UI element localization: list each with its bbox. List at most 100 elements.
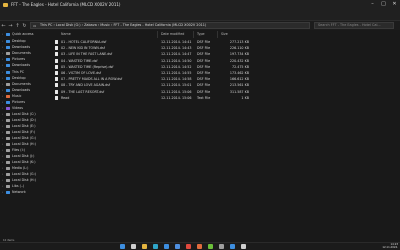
file-row[interactable]: 07 - PRETTY MAIDS ALL IN A ROW.dsf 12.11.… bbox=[53, 76, 255, 82]
file-size: 1 KB bbox=[241, 95, 249, 100]
file-type: DSF File bbox=[197, 64, 211, 69]
file-type: DSF File bbox=[197, 77, 211, 82]
file-date: 12.11.2014. 15:01 bbox=[161, 83, 192, 88]
file-date: 12.11.2014. 14:43 bbox=[161, 46, 192, 51]
column-header: Name Date modified Type Size bbox=[53, 31, 253, 38]
window-title: FFT - The Eagles - Hotel California (MLC… bbox=[11, 2, 121, 7]
file-name: 08 - TRY AND LOVE AGAIN.dsf bbox=[61, 83, 111, 88]
drive-icon bbox=[6, 148, 10, 152]
file-icon bbox=[55, 64, 58, 69]
sidebar-item-label: Downloads bbox=[12, 45, 31, 49]
sidebar-item-label: Libs (..) bbox=[12, 184, 25, 188]
title-bar: FFT - The Eagles - Hotel California (MLC… bbox=[0, 0, 400, 9]
navigation-bar: ← → ↑ ↻ ▭ This PC › Local Disk (G:) › Za… bbox=[0, 21, 400, 30]
file-date: 12.11.2014. 15:06 bbox=[161, 95, 192, 100]
file-icon bbox=[55, 77, 58, 82]
drive-icon bbox=[6, 76, 10, 80]
sidebar-item-label: Local Disk (C:) bbox=[12, 112, 36, 116]
file-icon bbox=[55, 46, 58, 51]
sidebar-item-label: Documents bbox=[12, 51, 31, 55]
sidebar-item-label: Documents bbox=[12, 82, 31, 86]
file-icon bbox=[55, 58, 58, 63]
file-row[interactable]: 01 - HOTEL CALIFORNIA.dsf 12.11.2014. 14:… bbox=[53, 39, 255, 45]
drive-icon bbox=[6, 82, 10, 86]
edge-icon[interactable] bbox=[153, 244, 158, 249]
column-size[interactable]: Size bbox=[221, 32, 228, 36]
file-date: 12.11.2014. 14:55 bbox=[161, 71, 192, 75]
expand-chevron-icon[interactable]: › bbox=[2, 189, 3, 195]
chrome-icon[interactable] bbox=[186, 244, 191, 249]
file-row[interactable]: 09 - THE LAST RESORT.dsf 12.11.2014. 15:0… bbox=[53, 89, 255, 95]
file-row[interactable]: 05 - WASTED TIME (Reprise).dsf 12.11.2014… bbox=[53, 64, 255, 70]
file-icon bbox=[55, 40, 58, 44]
drive-icon bbox=[6, 166, 10, 170]
file-row[interactable]: 06 - VICTIM OF LOVE.dsf 12.11.2014. 14:55… bbox=[53, 70, 255, 76]
photos-icon[interactable] bbox=[230, 244, 235, 249]
search-icon[interactable] bbox=[131, 244, 136, 249]
sidebar-item-label: Local Disk (H:) bbox=[12, 142, 36, 146]
files-icon[interactable] bbox=[142, 244, 147, 249]
drive-icon bbox=[6, 136, 10, 140]
drive-icon bbox=[6, 106, 10, 110]
settings-icon[interactable] bbox=[219, 244, 224, 249]
address-bar[interactable]: ▭ This PC › Local Disk (G:) › Zabava › M… bbox=[30, 22, 310, 29]
sidebar-item[interactable]: › Quick access bbox=[0, 31, 46, 37]
navigation-pane: › Quick access › Desktop › Downloads › Document… bbox=[0, 31, 46, 239]
maximize-button[interactable]: □ bbox=[378, 0, 389, 9]
file-row[interactable]: 03 - LIFE IN THE FAST LANE.dsf 12.11.2014… bbox=[53, 51, 255, 57]
back-button[interactable]: ← bbox=[0, 23, 7, 29]
expand-chevron-icon[interactable]: › bbox=[2, 62, 3, 68]
file-name: Read bbox=[61, 95, 70, 100]
column-name[interactable]: Name bbox=[61, 32, 71, 36]
sidebar-item[interactable]: › Network bbox=[0, 189, 46, 195]
sidebar-item-label: Local Disk (K:) bbox=[12, 160, 36, 164]
music-icon[interactable] bbox=[197, 244, 202, 249]
search-input[interactable]: Search FFT - The Eagles - Hotel Cal... bbox=[314, 22, 394, 29]
refresh-button[interactable]: ↻ bbox=[21, 23, 28, 29]
file-row[interactable]: Read 12.11.2014. 15:06 Text File 1 KB bbox=[53, 95, 255, 101]
folder-icon bbox=[3, 2, 8, 7]
minimize-button[interactable]: – bbox=[367, 0, 378, 9]
sidebar-item-label: Local Disk (G:) bbox=[12, 136, 36, 140]
sidebar-item[interactable]: › Downloads bbox=[0, 62, 46, 68]
sidebar-item-label: Pictures bbox=[12, 57, 26, 61]
file-row[interactable]: 08 - TRY AND LOVE AGAIN.dsf 12.11.2014. 1… bbox=[53, 82, 255, 88]
sidebar-item-label: Files (I:) bbox=[12, 148, 25, 152]
column-date-modified[interactable]: Date modified bbox=[161, 32, 184, 36]
sidebar-item-label: Local Disk (H:) bbox=[12, 178, 36, 182]
expand-chevron-icon[interactable]: › bbox=[2, 31, 3, 37]
file-row[interactable]: 02 - NEW KID IN TOWN.dsf 12.11.2014. 14:4… bbox=[53, 45, 255, 51]
file-name: 06 - VICTIM OF LOVE.dsf bbox=[61, 71, 102, 75]
drive-icon bbox=[6, 118, 10, 122]
up-button[interactable]: ↑ bbox=[14, 23, 21, 29]
column-type[interactable]: Type bbox=[197, 32, 205, 36]
file-date: 12.11.2014. 14:50 bbox=[161, 58, 192, 63]
sidebar-item-label: Desktop bbox=[12, 76, 26, 80]
file-size: 277.213 KB bbox=[229, 40, 249, 44]
start-icon[interactable] bbox=[120, 244, 125, 249]
mail-icon[interactable] bbox=[175, 244, 180, 249]
terminal-icon[interactable] bbox=[241, 244, 246, 249]
drive-icon bbox=[6, 88, 10, 92]
file-row[interactable]: 04 - WASTED TIME.dsf 12.11.2014. 14:50 DSF… bbox=[53, 58, 255, 64]
close-button[interactable]: ✕ bbox=[389, 0, 400, 9]
file-name: 04 - WASTED TIME.dsf bbox=[61, 58, 98, 63]
sidebar-item-label: Music bbox=[12, 94, 22, 98]
file-icon bbox=[55, 83, 58, 88]
sidebar-item-label: Local Disk (F:) bbox=[12, 130, 36, 134]
system-clock[interactable]: 14:23 12.11.2024. bbox=[382, 243, 398, 250]
sidebar-item-label: Pictures bbox=[12, 100, 26, 104]
drive-icon bbox=[6, 172, 10, 176]
drive-icon bbox=[6, 142, 10, 146]
clock-date: 12.11.2024. bbox=[382, 245, 398, 249]
file-type: Text File bbox=[197, 95, 211, 100]
forward-button[interactable]: → bbox=[7, 23, 14, 29]
file-type: DSF File bbox=[197, 71, 211, 75]
drive-icon bbox=[6, 160, 10, 164]
file-size: 166.612 KB bbox=[229, 77, 249, 82]
store-icon[interactable] bbox=[164, 244, 169, 249]
address-path: This PC › Local Disk (G:) › Zabava › Mus… bbox=[40, 23, 207, 27]
file-date: 12.11.2014. 14:41 bbox=[161, 40, 192, 44]
xbox-icon[interactable] bbox=[208, 244, 213, 249]
sidebar-item-label: Downloads bbox=[12, 63, 31, 67]
